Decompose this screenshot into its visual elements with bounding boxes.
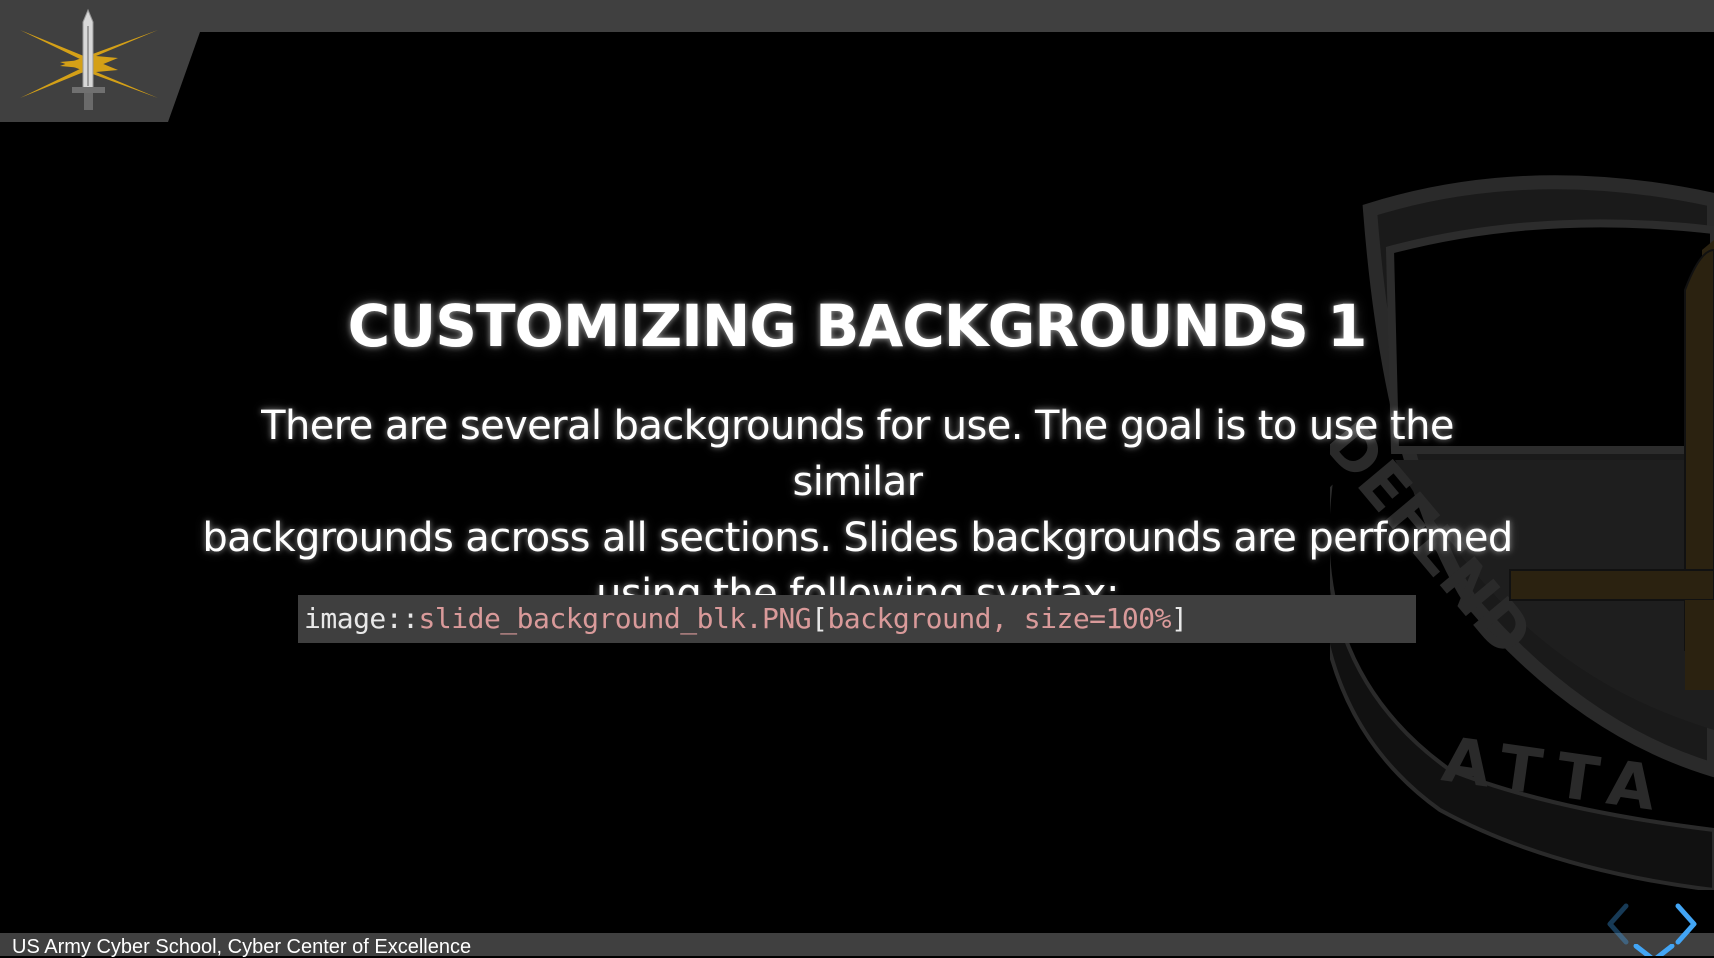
slide: CUSTOMIZING BACKGROUNDS 1 There are seve… (0, 0, 1714, 956)
slide-title: CUSTOMIZING BACKGROUNDS 1 (347, 292, 1368, 360)
footer-bar: US Army Cyber School, Cyber Center of Ex… (0, 933, 1714, 958)
code-open-bracket: [ (811, 602, 828, 635)
body-line: backgrounds across all sections. Slides … (202, 515, 1513, 561)
down-slide-arrow-icon[interactable] (1630, 944, 1678, 956)
body-line: There are several backgrounds for use. T… (261, 403, 1454, 505)
code-attributes: background, size=100% (827, 602, 1171, 635)
code-block: image::slide_background_blk.PNG[backgrou… (298, 595, 1416, 643)
code-close-bracket: ] (1170, 602, 1188, 635)
code-macro: image:: (304, 602, 419, 635)
footer-text: US Army Cyber School, Cyber Center of Ex… (12, 936, 472, 958)
slide-body: There are several backgrounds for use. T… (200, 398, 1515, 622)
code-target: slide_background_blk.PNG (418, 602, 812, 635)
prev-slide-arrow-icon[interactable] (1600, 900, 1636, 948)
next-slide-arrow-icon[interactable] (1668, 900, 1704, 948)
